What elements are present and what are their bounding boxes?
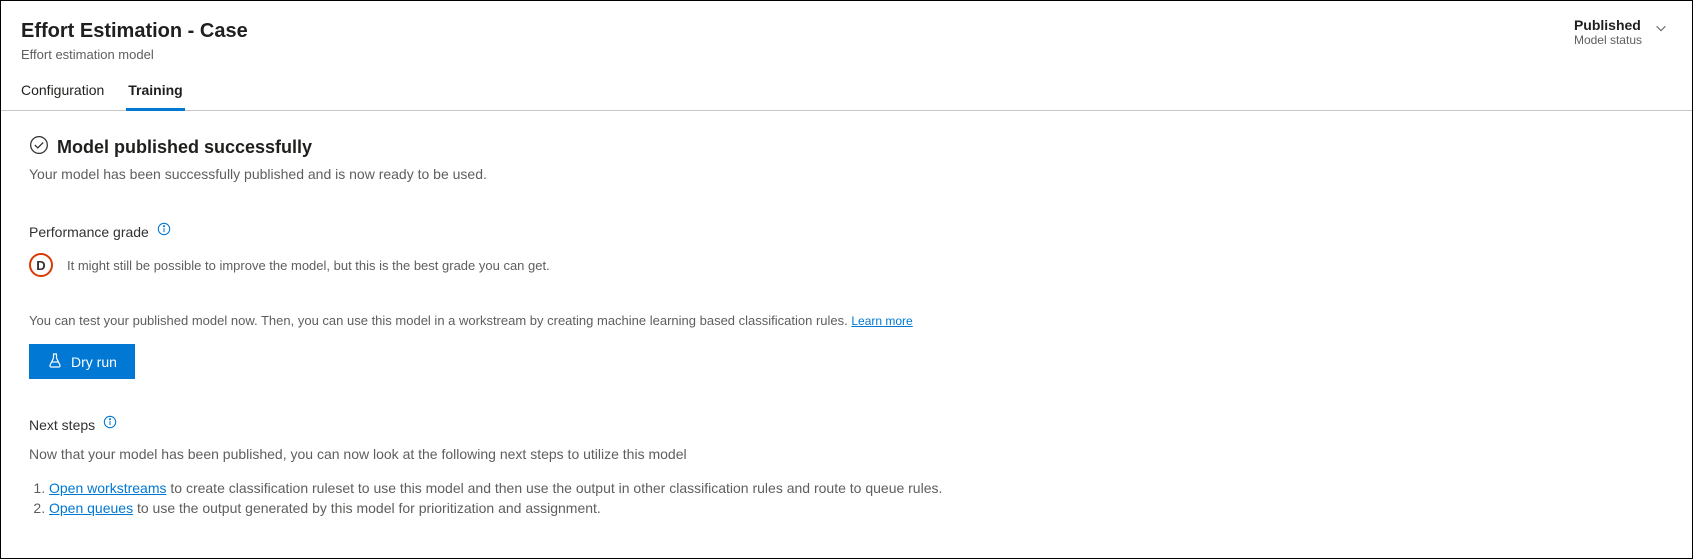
performance-label: Performance grade (29, 224, 149, 240)
dry-run-label: Dry run (71, 354, 117, 370)
chevron-down-icon[interactable] (1654, 17, 1668, 35)
next-steps-description: Now that your model has been published, … (29, 446, 1664, 462)
grade-text: It might still be possible to improve th… (67, 258, 550, 273)
flask-icon (47, 352, 63, 371)
info-icon[interactable] (157, 222, 171, 241)
success-title: Model published successfully (57, 137, 312, 158)
learn-more-link[interactable]: Learn more (851, 314, 912, 328)
info-icon[interactable] (103, 415, 117, 434)
test-text: You can test your published model now. T… (29, 313, 851, 328)
list-item-text: to create classification ruleset to use … (166, 480, 942, 496)
tab-bar: Configuration Training (1, 70, 1692, 111)
page-subtitle: Effort estimation model (21, 47, 248, 62)
main-content: Model published successfully Your model … (1, 111, 1692, 544)
open-queues-link[interactable]: Open queues (49, 500, 133, 516)
list-item: Open queues to use the output generated … (49, 500, 1664, 516)
tab-training[interactable]: Training (126, 74, 184, 111)
open-workstreams-link[interactable]: Open workstreams (49, 480, 166, 496)
list-item: Open workstreams to create classificatio… (49, 480, 1664, 496)
next-steps-label-row: Next steps (29, 415, 1664, 434)
header-status-block: Published Model status (1574, 17, 1668, 47)
list-item-text: to use the output generated by this mode… (133, 500, 601, 516)
success-description: Your model has been successfully publish… (29, 166, 1664, 182)
grade-badge: D (29, 253, 53, 277)
success-heading-row: Model published successfully (29, 135, 1664, 160)
page-title: Effort Estimation - Case (21, 17, 248, 45)
grade-row: D It might still be possible to improve … (29, 253, 1664, 277)
next-steps-label: Next steps (29, 417, 95, 433)
checkmark-circle-icon (29, 135, 49, 160)
test-description: You can test your published model now. T… (29, 313, 1664, 328)
tab-configuration[interactable]: Configuration (19, 74, 106, 111)
header-title-block: Effort Estimation - Case Effort estimati… (21, 17, 248, 62)
performance-label-row: Performance grade (29, 222, 1664, 241)
page-header: Effort Estimation - Case Effort estimati… (1, 1, 1692, 70)
status-label: Model status (1574, 33, 1642, 47)
model-status: Published Model status (1574, 17, 1642, 47)
status-value: Published (1574, 17, 1642, 33)
dry-run-button[interactable]: Dry run (29, 344, 135, 379)
next-steps-list: Open workstreams to create classificatio… (29, 480, 1664, 516)
